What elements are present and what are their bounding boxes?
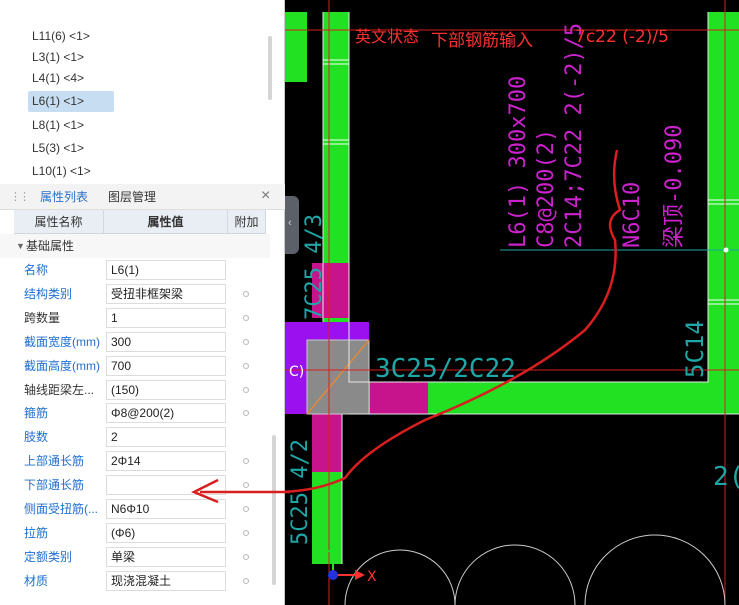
rebar-label-horizontal[interactable]: 3C25/2C22 [375, 354, 516, 384]
drawing-canvas[interactable]: L6(1) 300x700 C8@200(2) 2C14;7C22 2(-2)/… [285, 0, 739, 605]
column-header-extra: 附加 [228, 210, 266, 234]
close-icon[interactable]: × [261, 187, 270, 205]
property-value-field[interactable]: 受扭非框架梁 [106, 283, 226, 304]
property-value-field[interactable]: 2Φ14 [106, 451, 226, 472]
beam-list-item[interactable]: L8(1) <1> [28, 115, 114, 136]
beam-list-item[interactable]: L11(6) <1> [28, 26, 114, 47]
property-name: 箍筋 [24, 406, 49, 421]
property-value-field[interactable]: Φ8@200(2) [106, 403, 226, 424]
leader-endpoint [723, 247, 729, 253]
extra-radio-icon[interactable] [243, 362, 249, 369]
extra-radio-icon[interactable] [243, 290, 249, 297]
extra-radio-icon[interactable] [243, 338, 249, 345]
property-name: 名称 [24, 263, 49, 277]
drag-grip-icon[interactable]: ⋮⋮ [10, 190, 30, 203]
beam-list: L11(6) <1> L3(1) <1> L4(1) <4> L6(1) <1>… [0, 0, 285, 180]
hand-drawn-arrow-head [190, 478, 290, 504]
cad-drawing[interactable]: L6(1) 300x700 C8@200(2) 2C14;7C22 2(-2)/… [285, 0, 739, 605]
beam-label-rebar[interactable]: 2C14;7C22 2(-2)/5 [562, 23, 587, 248]
beam-green-left-top[interactable] [285, 12, 307, 82]
property-name: 上部通长筋 [24, 454, 85, 469]
beam-label-size[interactable]: L6(1) 300x700 [506, 76, 531, 248]
column-header-value: 属性值 [104, 210, 228, 234]
property-row[interactable]: 肢数 2 [0, 425, 270, 449]
beam-list-item[interactable]: L5(3) <1> [28, 138, 114, 159]
annotation-bottom-rebar-input: 下部钢筋输入 [431, 31, 533, 51]
property-row[interactable]: 拉筋 (Φ6) [0, 521, 270, 545]
property-value-field[interactable]: (Φ6) [106, 522, 226, 543]
property-name: 截面宽度(mm) [24, 334, 100, 349]
column-marker-label: C) [289, 364, 304, 380]
extra-radio-icon[interactable] [243, 458, 249, 465]
extra-radio-icon[interactable] [243, 410, 249, 417]
property-row[interactable]: 材质 现浇混凝土 [0, 569, 270, 593]
tab-properties[interactable]: 属性列表 [40, 184, 88, 210]
axis-x-arrowhead [355, 570, 365, 580]
property-name: 轴线距梁左... [24, 382, 95, 397]
annotation-rebar-value: 7c22 (-2)/5 [575, 27, 669, 47]
beam-list-scrollbar[interactable] [268, 36, 272, 100]
extra-radio-icon[interactable] [243, 553, 249, 560]
property-grid-scrollbar[interactable] [272, 435, 276, 585]
property-row[interactable]: 定额类别 单梁 [0, 545, 270, 569]
property-group-label: 基础属性 [26, 239, 75, 253]
property-value-field[interactable]: 2 [106, 427, 226, 448]
beam-label-stirrup[interactable]: C8@200(2) [534, 129, 559, 248]
property-row[interactable]: 跨数量 1 [0, 306, 270, 330]
property-name: 拉筋 [24, 525, 49, 540]
axis-origin [328, 570, 338, 580]
property-name: 侧面受扭筋(... [24, 502, 98, 516]
property-name: 下部通长筋 [24, 478, 85, 493]
beam-magenta-segment-lower[interactable] [312, 414, 342, 472]
beam-list-item[interactable]: L3(1) <1> [28, 47, 114, 68]
property-row[interactable]: 轴线距梁左... (150) [0, 378, 270, 402]
extra-radio-icon[interactable] [243, 314, 249, 321]
property-name: 跨数量 [24, 310, 61, 325]
property-row[interactable]: 截面高度(mm) 700 [0, 354, 270, 378]
annotation-input-state: 英文状态 [355, 27, 419, 46]
rebar-label-right[interactable]: 5C14 [681, 320, 709, 378]
property-value-field[interactable]: 300 [106, 331, 226, 352]
property-value-field[interactable]: 单梁 [106, 546, 226, 567]
panel-tabs: ⋮⋮ 属性列表 图层管理 × [0, 184, 285, 210]
property-name: 肢数 [24, 430, 49, 445]
property-name: 材质 [24, 573, 49, 588]
property-row[interactable]: 名称 L6(1) [0, 258, 270, 282]
property-name: 定额类别 [24, 549, 73, 564]
beam-label-offset[interactable]: 梁顶-0.090 [662, 125, 687, 248]
left-panel: L11(6) <1> L3(1) <1> L4(1) <4> L6(1) <1>… [0, 0, 285, 605]
beam-label-torsion[interactable]: N6C10 [620, 182, 645, 248]
property-name: 结构类别 [24, 286, 73, 301]
property-row[interactable]: 结构类别 受扭非框架梁 [0, 282, 270, 306]
axis-x-label: X [367, 569, 377, 585]
tab-layers[interactable]: 图层管理 [108, 184, 156, 210]
beam-list-item[interactable]: L4(1) <4> [28, 68, 114, 89]
beam-magenta-segment-horizontal[interactable] [370, 382, 428, 414]
beam-list-item-selected[interactable]: L6(1) <1> [28, 91, 114, 112]
property-name: 截面高度(mm) [24, 358, 100, 373]
door-arcs [344, 534, 726, 605]
property-row[interactable]: 截面宽度(mm) 300 [0, 330, 270, 354]
property-value-field[interactable]: (150) [106, 379, 226, 400]
panel-collapse-handle[interactable]: ‹ [285, 196, 299, 254]
property-value-field[interactable]: L6(1) [106, 260, 226, 280]
beam-list-item[interactable]: L10(1) <1> [28, 161, 114, 180]
rebar-label-left-top[interactable]: 7C25 4/3 [302, 214, 327, 320]
property-group-basic[interactable]: ▼ 基础属性 [0, 234, 270, 258]
rebar-label-partial[interactable]: 2( [713, 462, 739, 492]
property-grid: 属性名称 属性值 附加 ▼ 基础属性 名称 L6(1) 结构类别 受扭非框架梁跨数量 1… [0, 210, 285, 605]
extra-radio-icon[interactable] [243, 529, 249, 536]
chevron-left-icon: ‹ [288, 217, 292, 229]
collapse-arrow-icon[interactable]: ▼ [16, 234, 25, 258]
extra-radio-icon[interactable] [243, 577, 249, 584]
property-value-field[interactable]: 现浇混凝土 [106, 570, 226, 591]
beam-green-right-vertical[interactable] [708, 12, 739, 382]
column-header-name: 属性名称 [14, 210, 104, 234]
property-value-field[interactable]: 700 [106, 355, 226, 376]
property-value-field[interactable]: 1 [106, 307, 226, 328]
extra-radio-icon[interactable] [243, 386, 249, 393]
property-row[interactable]: 箍筋 Φ8@200(2) [0, 401, 270, 425]
